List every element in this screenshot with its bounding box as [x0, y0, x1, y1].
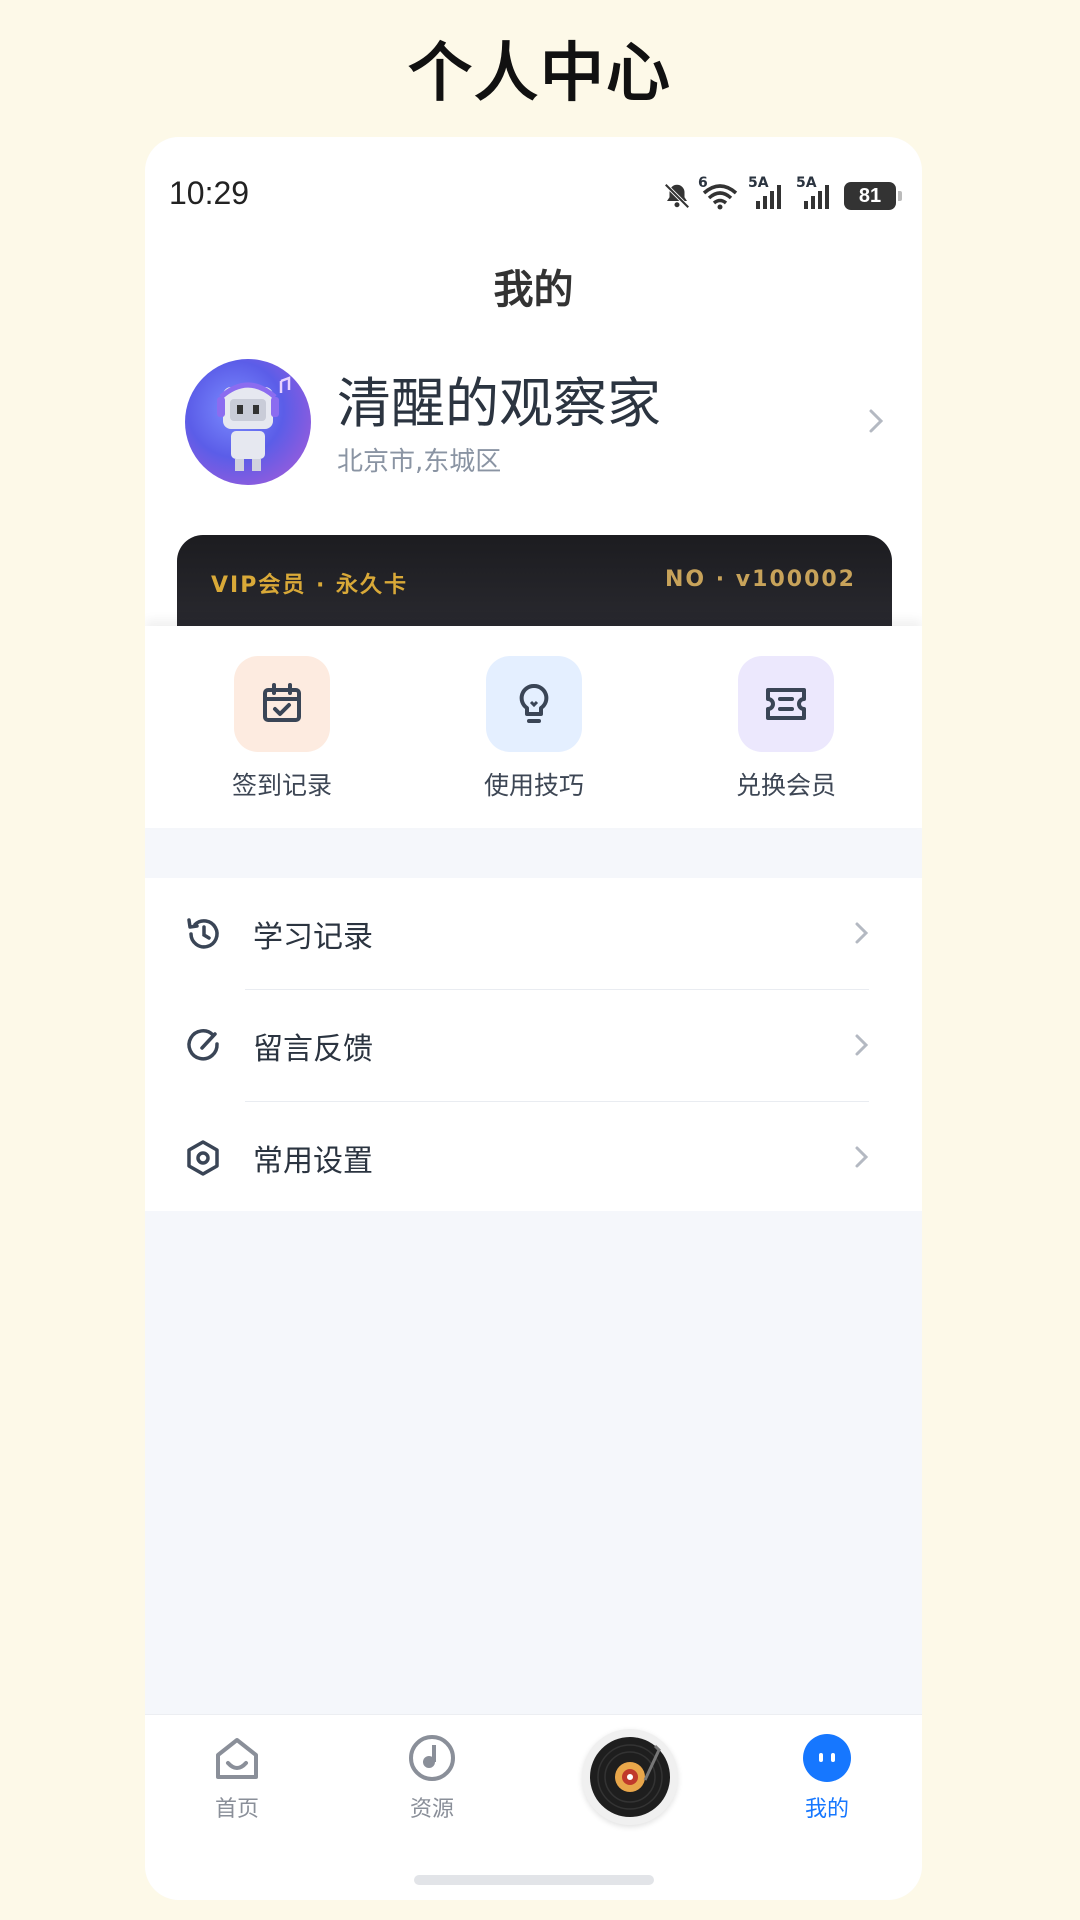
quick-actions-panel: 签到记录 使用技巧 兑换会员	[145, 626, 922, 828]
menu-item-feedback[interactable]: 留言反馈	[145, 990, 922, 1102]
tab-home[interactable]: 首页	[177, 1733, 297, 1823]
page-heading: 个人中心	[408, 37, 672, 111]
quick-action-label: 兑换会员	[735, 771, 836, 800]
quick-action-label: 签到记录	[231, 771, 332, 800]
home-icon	[212, 1738, 262, 1787]
calendar-check-icon	[234, 656, 330, 752]
user-location: 北京市,东城区	[337, 447, 502, 477]
nav-title: 我的	[493, 267, 574, 313]
phone-screen: 10:29 6 5A 5A 81 我的 清醒的观察家 北京市,东城区 VIP会员…	[145, 137, 922, 1900]
vip-label: VIP会员 · 永久卡	[211, 573, 409, 598]
wifi-icon: 6	[698, 175, 740, 211]
menu-item-label: 学习记录	[253, 920, 373, 955]
quick-action-label: 使用技巧	[483, 771, 584, 800]
vip-card[interactable]: VIP会员 · 永久卡 NO · v100002	[177, 535, 892, 635]
tab-label: 我的	[804, 1797, 849, 1822]
signal-badge-2: 5A	[796, 175, 817, 191]
feedback-icon	[183, 1026, 223, 1070]
home-indicator[interactable]	[414, 1875, 654, 1885]
signal-badge-1: 5A	[748, 175, 769, 191]
chevron-right-icon	[854, 920, 870, 950]
wifi-badge: 6	[698, 175, 708, 191]
vip-number: NO · v100002	[665, 567, 856, 592]
signal-icon-1: 5A	[748, 175, 788, 211]
menu-item-label: 留言反馈	[253, 1032, 373, 1067]
lightbulb-icon	[486, 656, 582, 752]
tab-resources[interactable]: 资源	[372, 1733, 492, 1823]
battery-icon: 81	[844, 182, 902, 210]
history-icon	[183, 914, 223, 958]
vinyl-disc-icon	[590, 1737, 670, 1817]
quick-action-tips[interactable]: 使用技巧	[459, 656, 609, 802]
status-icons: 6 5A 5A 81	[662, 175, 902, 213]
tab-mine[interactable]: 我的	[767, 1733, 887, 1823]
quick-action-checkin[interactable]: 签到记录	[207, 656, 357, 802]
chevron-right-icon	[854, 1032, 870, 1062]
profile-face-icon	[802, 1734, 852, 1787]
status-bar: 10:29 6 5A 5A 81	[145, 137, 922, 252]
signal-icon-2: 5A	[796, 175, 836, 211]
tab-label: 资源	[409, 1797, 454, 1822]
settings-icon	[183, 1138, 223, 1182]
menu-item-label: 常用设置	[253, 1144, 373, 1179]
bottom-tab-bar: 首页 资源 我的	[145, 1714, 922, 1900]
menu-item-settings[interactable]: 常用设置	[145, 1102, 922, 1214]
robot-avatar-icon	[217, 376, 291, 471]
vinyl-player-button[interactable]	[582, 1729, 678, 1825]
quick-action-redeem[interactable]: 兑换会员	[711, 656, 861, 802]
chevron-right-icon	[854, 1144, 870, 1174]
menu-list: 学习记录 留言反馈 常用设置	[145, 878, 922, 1211]
chevron-right-icon[interactable]	[867, 407, 885, 439]
bell-muted-icon	[662, 181, 692, 211]
status-time: 10:29	[169, 175, 250, 211]
username: 清醒的观察家	[337, 372, 661, 435]
avatar[interactable]	[185, 359, 311, 485]
tab-label: 首页	[214, 1797, 259, 1822]
profile-card[interactable]: 清醒的观察家 北京市,东城区	[185, 359, 885, 489]
ticket-icon	[738, 656, 834, 752]
music-note-icon	[407, 1735, 457, 1787]
menu-item-study-history[interactable]: 学习记录	[145, 878, 922, 990]
